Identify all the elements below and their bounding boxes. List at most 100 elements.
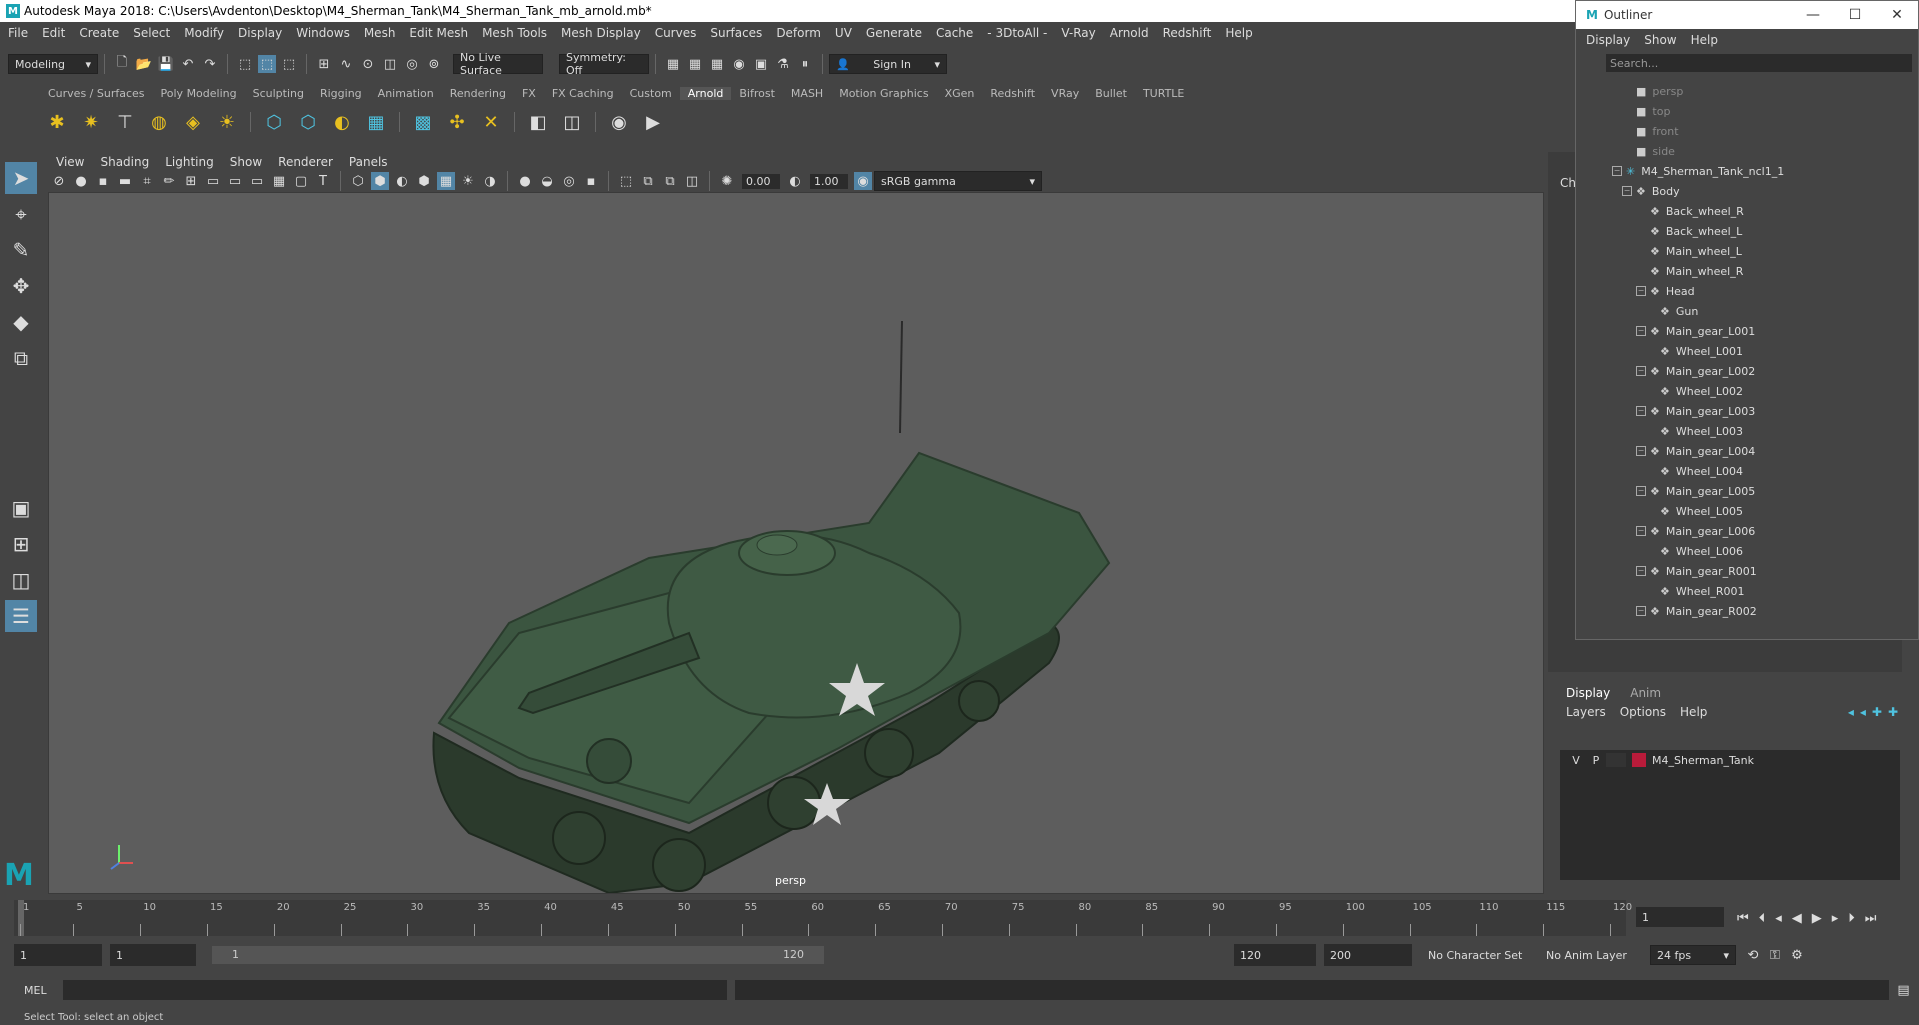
screen-space-ao-icon[interactable]: ● [516, 172, 534, 190]
outliner-item[interactable]: − ❖ Body [1582, 181, 1900, 201]
layer-color-swatch[interactable] [1632, 753, 1646, 767]
end-time-field[interactable]: 200 [1324, 944, 1412, 966]
wireframe-icon[interactable]: ⬡ [349, 172, 367, 190]
playback-end-field[interactable]: 120 [1234, 944, 1316, 966]
outliner-item[interactable]: ■ persp [1582, 81, 1900, 101]
scale-tool-icon[interactable]: ⧉ [5, 342, 37, 374]
hypershade-icon[interactable]: ◉ [730, 55, 748, 73]
gamma-field[interactable]: 1.00 [810, 173, 848, 189]
channel-box-tab[interactable]: Ch [1560, 176, 1576, 190]
menu-item[interactable]: Mesh Display [561, 26, 641, 40]
menu-item[interactable]: Cache [936, 26, 973, 40]
menu-item[interactable]: Curves [655, 26, 697, 40]
arnold-license-icon[interactable]: ◧ [525, 109, 551, 135]
step-back-key-icon[interactable]: ⏴ [1759, 911, 1766, 926]
area-light-icon[interactable]: ✱ [44, 109, 70, 135]
xray-icon[interactable]: ⧉ [639, 172, 657, 190]
outliner-item[interactable]: − ❖ Main_gear_L002 [1582, 361, 1900, 381]
script-editor-icon[interactable]: ▤ [1895, 981, 1913, 999]
loop-icon[interactable]: ⟲ [1744, 946, 1762, 964]
outliner-item[interactable]: − ❖ Main_gear_L003 [1582, 401, 1900, 421]
shelf-tab[interactable]: Custom [622, 87, 680, 100]
outliner-item[interactable]: − ❖ Head [1582, 281, 1900, 301]
shelf-tab[interactable]: FX [514, 87, 544, 100]
snap-point-icon[interactable]: ⊙ [359, 55, 377, 73]
shelf-tab[interactable]: Rigging [312, 87, 370, 100]
outliner-item[interactable]: ❖ Gun [1582, 301, 1900, 321]
maximize-icon[interactable]: ☐ [1834, 7, 1876, 23]
snap-grid-icon[interactable]: ⊞ [315, 55, 333, 73]
close-icon[interactable]: ✕ [1876, 7, 1918, 23]
select-component-icon[interactable]: ⬚ [280, 55, 298, 73]
outliner-menu-display[interactable]: Display [1586, 33, 1630, 47]
script-language-label[interactable]: MEL [24, 984, 47, 997]
film-gate-icon[interactable]: ▭ [204, 172, 222, 190]
outliner-layout-icon[interactable]: ☰ [5, 600, 37, 632]
undo-icon[interactable]: ↶ [179, 55, 197, 73]
animation-prefs-icon[interactable]: ⚙ [1788, 946, 1806, 964]
grid-icon[interactable]: ⊞ [182, 172, 200, 190]
collapse-toggle-icon[interactable]: − [1636, 326, 1646, 336]
go-to-start-icon[interactable]: ⏮ [1737, 911, 1749, 926]
two-view-layout-icon[interactable]: ◫ [5, 564, 37, 596]
viewport-menu-item[interactable]: View [56, 155, 84, 169]
four-view-layout-icon[interactable]: ⊞ [5, 528, 37, 560]
single-view-layout-icon[interactable]: ▣ [5, 492, 37, 524]
lasso-tool-icon[interactable]: ⌖ [5, 198, 37, 230]
curve-collector-icon[interactable]: ▦ [363, 109, 389, 135]
viewport-menu-item[interactable]: Panels [349, 155, 388, 169]
outliner-item[interactable]: ❖ Wheel_R001 [1582, 581, 1900, 601]
time-slider[interactable]: 1 5 10 15 20 25 30 35 40 45 50 55 60 65 70 75 80 85 90 95 10… [14, 900, 1632, 936]
shelf-tab[interactable]: Sculpting [245, 87, 312, 100]
range-slider[interactable]: 1 120 [212, 946, 824, 964]
outliner-menu-show[interactable]: Show [1644, 33, 1676, 47]
shelf-tab[interactable]: Rendering [442, 87, 514, 100]
outliner-item[interactable]: ❖ Wheel_L006 [1582, 541, 1900, 561]
viewport-menu-item[interactable]: Lighting [165, 155, 214, 169]
xray-components-icon[interactable]: ◫ [683, 172, 701, 190]
persp-viewport[interactable]: persp [48, 192, 1544, 894]
menu-item[interactable]: Mesh Tools [482, 26, 547, 40]
go-to-end-icon[interactable]: ⏭ [1865, 911, 1877, 926]
menu-item[interactable]: Modify [184, 26, 224, 40]
arnold-render-icon[interactable]: ⚗ [774, 55, 792, 73]
render-ipr-icon[interactable]: ▦ [686, 55, 704, 73]
light-portal-icon[interactable]: ◈ [180, 109, 206, 135]
shelf-tab[interactable]: Animation [370, 87, 442, 100]
select-object-icon[interactable]: ⬚ [258, 55, 276, 73]
anim-layer-dropdown[interactable]: No Anim Layer [1540, 945, 1640, 965]
outliner-item[interactable]: − ❖ Main_gear_L004 [1582, 441, 1900, 461]
collapse-toggle-icon[interactable]: − [1636, 566, 1646, 576]
image-plane-icon[interactable]: ▬ [116, 172, 134, 190]
multisample-aa-icon[interactable]: ◎ [560, 172, 578, 190]
start-time-field[interactable]: 1 [14, 944, 102, 966]
arnold-help-icon[interactable]: ◫ [559, 109, 585, 135]
live-surface-field[interactable]: No Live Surface [453, 51, 543, 77]
2d-pan-zoom-icon[interactable]: ⌗ [138, 172, 156, 190]
shelf-tab[interactable]: Bifrost [731, 87, 783, 100]
outliner-item[interactable]: ■ top [1582, 101, 1900, 121]
menu-item[interactable]: Surfaces [710, 26, 762, 40]
menu-options[interactable]: Options [1620, 705, 1666, 719]
collapse-toggle-icon[interactable]: − [1636, 286, 1646, 296]
symmetry-dropdown[interactable]: Symmetry: Off [559, 51, 649, 77]
field-chart-icon[interactable]: ▦ [270, 172, 288, 190]
use-all-lights-icon[interactable]: ☀ [459, 172, 477, 190]
collapse-toggle-icon[interactable]: − [1636, 406, 1646, 416]
outliner-item[interactable]: ❖ Main_wheel_R [1582, 261, 1900, 281]
open-scene-icon[interactable]: 📂 [135, 55, 153, 73]
layer-row[interactable]: V P M4_Sherman_Tank [1560, 750, 1900, 770]
menu-item[interactable]: Arnold [1110, 26, 1149, 40]
outliner-item[interactable]: ❖ Back_wheel_L [1582, 221, 1900, 241]
pause-icon[interactable]: ⏸ [796, 55, 814, 73]
outliner-item[interactable]: − ❖ Main_gear_L005 [1582, 481, 1900, 501]
collapse-toggle-icon[interactable]: − [1636, 526, 1646, 536]
photometric-light-icon[interactable]: ⊤ [112, 109, 138, 135]
menu-item[interactable]: Redshift [1163, 26, 1212, 40]
outliner-item[interactable]: ❖ Wheel_L001 [1582, 341, 1900, 361]
snap-view-icon[interactable]: ◫ [381, 55, 399, 73]
minimize-icon[interactable]: — [1792, 7, 1834, 23]
viewport-menu-item[interactable]: Renderer [278, 155, 333, 169]
select-tool-icon[interactable]: ➤ [5, 162, 37, 194]
outliner-search-input[interactable]: Search... [1606, 54, 1912, 72]
